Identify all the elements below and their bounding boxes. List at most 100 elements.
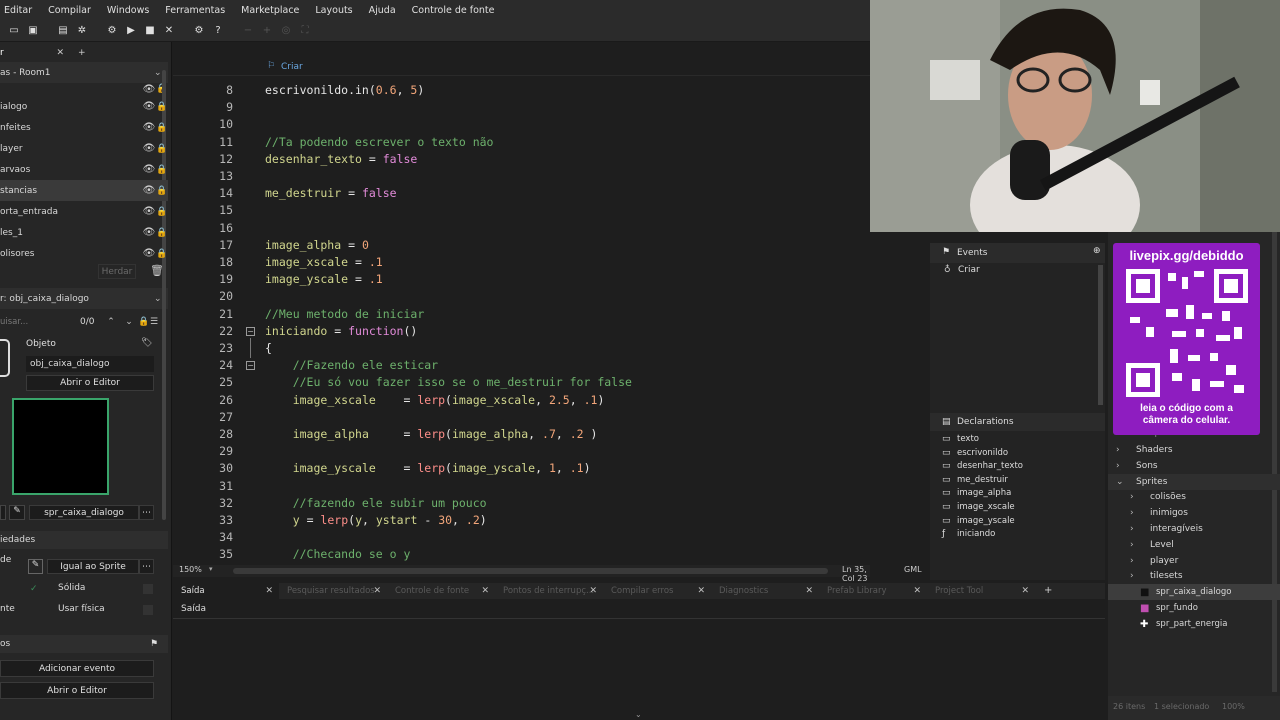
fold-icon[interactable]: − [246, 327, 255, 336]
menu-item[interactable]: Windows [99, 5, 157, 16]
arrow-up-icon[interactable]: ⌃ [102, 317, 120, 327]
layer-item[interactable]: olisores 👁 🔒 [0, 243, 168, 264]
output-tab[interactable]: Project Tool ✕ [927, 583, 1035, 599]
lock-icon[interactable]: 🔒 [156, 144, 168, 154]
menu-item[interactable]: Controle de fonte [404, 5, 503, 16]
open-editor-button-2[interactable]: Abrir o Editor [0, 682, 154, 699]
resource-file[interactable]: ✚ spr_part_energia [1108, 616, 1280, 632]
zoom-dropdown-icon[interactable]: ▾ [209, 565, 213, 573]
output-tab[interactable]: Prefab Library ✕ [819, 583, 927, 599]
eye-icon[interactable]: 👁 [142, 227, 156, 238]
declaration-item[interactable]: escrivonildo [957, 448, 1008, 458]
lock-icon[interactable]: 🔒 [156, 186, 168, 196]
lock-icon[interactable]: 🔒 [156, 249, 168, 259]
event-item-criar[interactable]: Criar [958, 265, 980, 275]
code-line[interactable]: //Meu metodo de iniciar [265, 306, 424, 323]
chevron-down-icon[interactable]: ⌄ [635, 710, 642, 719]
horizontal-scrollbar[interactable] [233, 568, 828, 574]
resource-folder[interactable]: › interagíveis [1108, 521, 1280, 537]
close-icon[interactable]: ✕ [913, 586, 921, 596]
eye-icon[interactable]: 👁 [142, 101, 156, 112]
eye-icon[interactable]: 👁 [142, 122, 156, 133]
resource-folder[interactable]: › Sons [1108, 458, 1280, 474]
chevron-icon[interactable]: › [1130, 540, 1142, 550]
physics-checkbox[interactable] [143, 605, 153, 615]
stop-icon[interactable]: ■ [142, 23, 158, 39]
output-tab[interactable]: Diagnostics ✕ [711, 583, 819, 599]
more-button[interactable]: ⋯ [139, 559, 154, 574]
menu-item[interactable]: Layouts [307, 5, 360, 16]
code-line[interactable]: image_xscale = lerp(image_xscale, 2.5, .… [265, 392, 605, 409]
menu-item[interactable]: Marketplace [233, 5, 307, 16]
chevron-icon[interactable]: ⌄ [1116, 477, 1128, 487]
declaration-item[interactable]: image_yscale [957, 516, 1015, 526]
sprite-select[interactable]: spr_caixa_dialogo [29, 505, 139, 520]
zoom-out-icon[interactable]: − [240, 23, 256, 39]
eye-icon[interactable]: 👁 [142, 164, 156, 175]
eye-icon[interactable]: 👁 [142, 143, 156, 154]
declaration-item[interactable]: desenhar_texto [957, 461, 1023, 471]
resource-folder[interactable]: › colisões [1108, 489, 1280, 505]
zoom-in-icon[interactable]: + [259, 23, 275, 39]
events-scrollbar[interactable] [1098, 265, 1103, 405]
code-line[interactable]: desenhar_texto = false [265, 151, 417, 168]
tag-icon[interactable]: 🏷 [141, 338, 152, 348]
layer-item[interactable]: orta_entrada 👁 🔒 [0, 201, 168, 222]
close-icon[interactable]: ✕ [1021, 586, 1029, 596]
close-icon[interactable]: ✕ [589, 586, 597, 596]
layer-item[interactable]: ialogo 👁 🔒 [0, 96, 168, 117]
close-icon[interactable]: ✕ [481, 586, 489, 596]
herdar-button[interactable]: Herdar [98, 264, 136, 279]
zoom-reset-icon[interactable]: ◎ [278, 23, 294, 39]
zoom-level[interactable]: 150% [179, 565, 202, 574]
close-icon[interactable]: ✕ [805, 586, 813, 596]
code-line[interactable]: image_yscale = .1 [265, 271, 383, 288]
object-name-field[interactable]: obj_caixa_dialogo [26, 356, 154, 372]
help-icon[interactable]: ? [210, 23, 226, 39]
lock-icon[interactable]: 🔒 [138, 317, 150, 327]
code-line[interactable]: //Ta podendo escrever o texto não [265, 134, 493, 151]
resource-folder[interactable]: › Level [1108, 537, 1280, 553]
output-tab[interactable]: Pesquisar resultados ✕ [279, 583, 387, 599]
chevron-icon[interactable]: › [1116, 461, 1128, 471]
chevron-icon[interactable]: › [1130, 492, 1142, 502]
declaration-item[interactable]: iniciando [957, 529, 995, 539]
close-icon[interactable]: ✕ [697, 586, 705, 596]
lock-icon[interactable]: 🔒 [156, 102, 168, 112]
chevron-icon[interactable]: › [1130, 508, 1142, 518]
search-input[interactable]: uisar... [0, 317, 80, 327]
code-line[interactable]: //Checando se o y [265, 546, 411, 563]
menu-item[interactable]: Ajuda [361, 5, 404, 16]
event-label[interactable]: Criar [281, 62, 303, 72]
code-line[interactable]: escrivonildo.in(0.6, 5) [265, 82, 424, 99]
flag-icon[interactable]: ⚑ [150, 639, 168, 649]
declaration-item[interactable]: me_destruir [957, 475, 1008, 485]
arrow-down-icon[interactable]: ⌄ [120, 317, 138, 327]
gear-run-icon[interactable]: ⚙ [104, 23, 120, 39]
code-line[interactable]: y = lerp(y, ystart - 30, .2) [265, 512, 487, 529]
layer-item[interactable]: les_1 👁 🔒 [0, 222, 168, 243]
object-header[interactable]: r: obj_caixa_dialogo ⌄ [0, 288, 168, 309]
chevron-icon[interactable]: › [1130, 571, 1142, 581]
fit-icon[interactable]: ⛶ [297, 23, 313, 39]
lock-icon[interactable]: 🔒 [156, 207, 168, 217]
mask-edit-icon[interactable]: ✎ [28, 559, 43, 574]
add-event-button[interactable]: Adicionar evento [0, 660, 154, 677]
code-line[interactable]: image_xscale = .1 [265, 254, 383, 271]
vertical-scrollbar[interactable] [860, 80, 866, 560]
code-line[interactable]: me_destruir = false [265, 185, 397, 202]
lock-icon[interactable]: 🔒 [156, 228, 168, 238]
chevron-icon[interactable]: › [1130, 556, 1142, 566]
resource-folder[interactable]: ⌄ Sprites [1108, 473, 1280, 490]
close-icon[interactable]: ✕ [373, 586, 381, 596]
more-button[interactable]: ⋯ [139, 505, 154, 520]
close-icon[interactable]: ✕ [265, 586, 273, 596]
output-tab[interactable]: Saída ✕ [173, 583, 279, 599]
menu-item[interactable]: Compilar [40, 5, 99, 16]
new-icon[interactable]: ▭ [6, 23, 22, 39]
output-tab[interactable]: Compilar erros ✕ [603, 583, 711, 599]
add-tab-icon[interactable]: + [78, 48, 86, 58]
menu-item[interactable]: Ferramentas [157, 5, 233, 16]
save-icon[interactable]: ▣ [25, 23, 41, 39]
code-line[interactable]: image_yscale = lerp(image_yscale, 1, .1) [265, 460, 591, 477]
